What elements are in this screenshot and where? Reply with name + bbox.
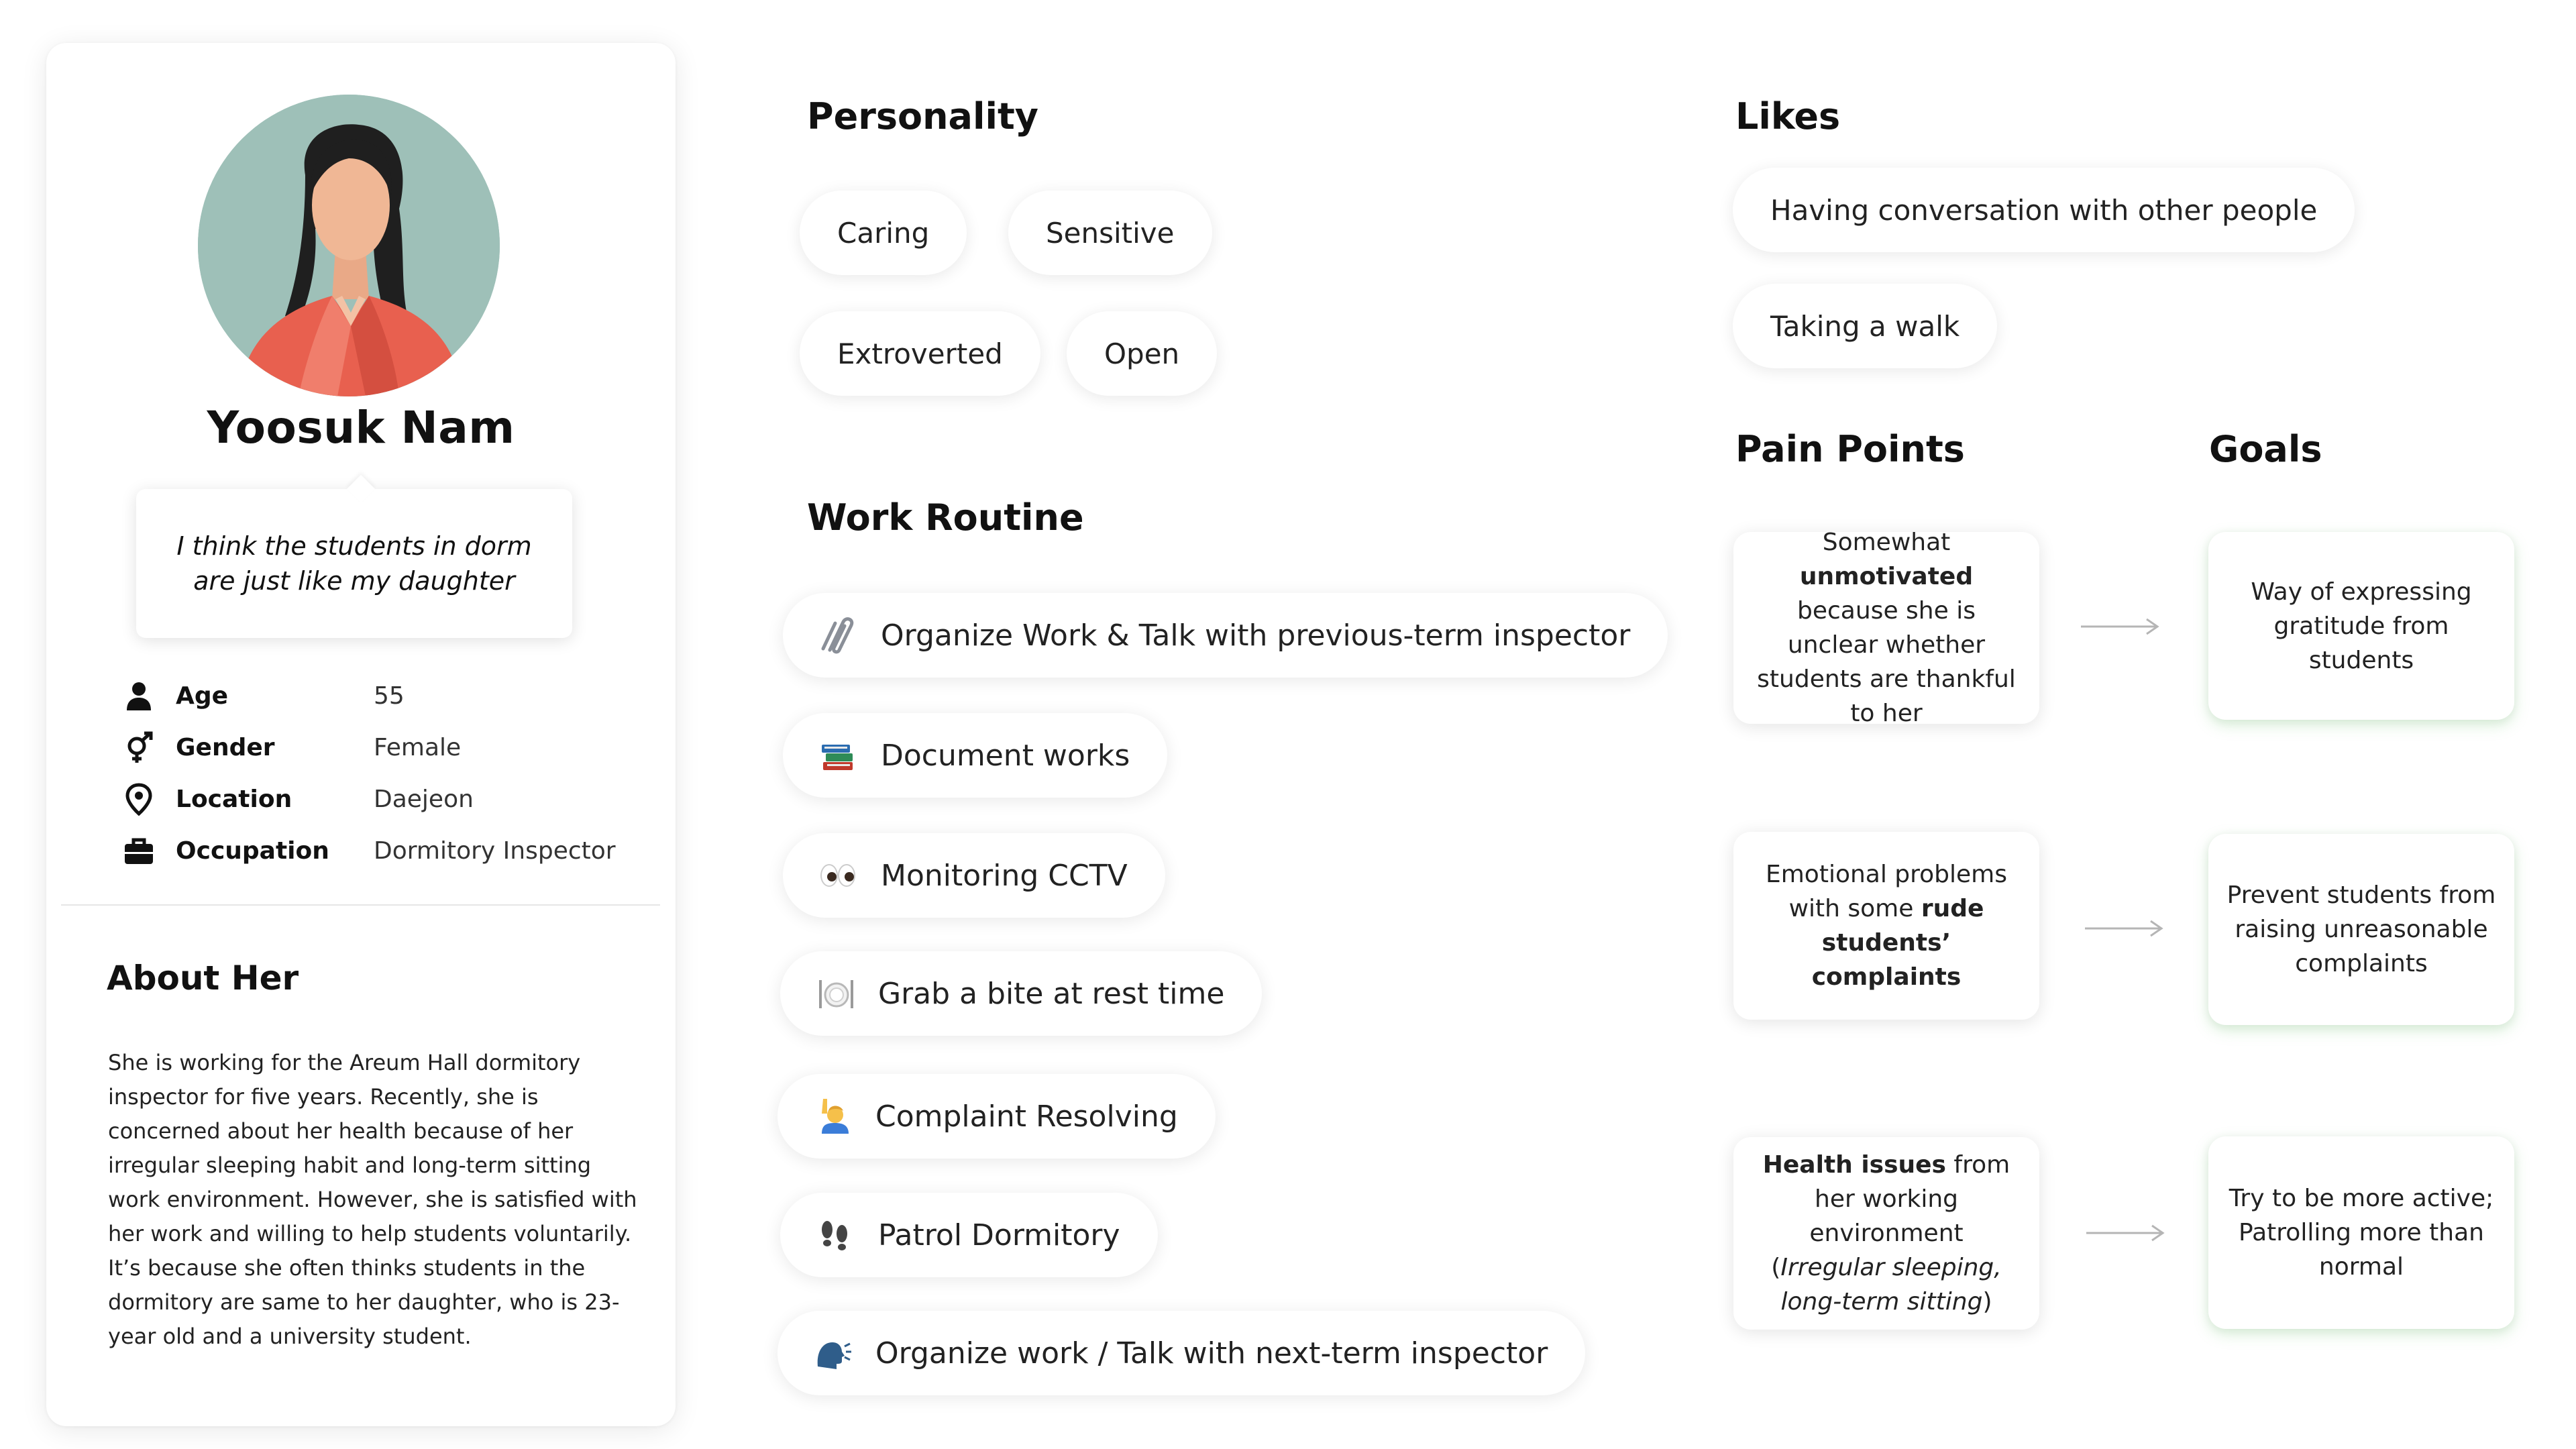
- goal-card: Way of expressing gratitude from student…: [2208, 532, 2514, 720]
- routine-item: Organize Work & Talk with previous-term …: [783, 593, 1668, 678]
- info-label: Age: [176, 682, 229, 710]
- info-value: Dormitory Inspector: [374, 837, 616, 865]
- routine-label: Document works: [881, 738, 1130, 773]
- routine-item: Document works: [783, 713, 1168, 798]
- trait-chip: Caring: [800, 191, 967, 275]
- info-label: Gender: [176, 734, 275, 761]
- persona-page: Yoosuk Nam I think the students in dorm …: [0, 0, 2576, 1449]
- about-text: She is working for the Areum Hall dormit…: [108, 1050, 637, 1349]
- arrow-icon: [2080, 616, 2160, 637]
- gender-icon: [120, 729, 157, 766]
- profile-card: Yoosuk Nam I think the students in dorm …: [46, 43, 676, 1426]
- goals-title: Goals: [2209, 428, 2322, 470]
- routine-label: Monitoring CCTV: [881, 858, 1128, 893]
- routine-label: Patrol Dormitory: [878, 1218, 1120, 1252]
- paperclip-icon: [818, 615, 858, 655]
- routine-item: Monitoring CCTV: [783, 833, 1165, 918]
- arrow-icon: [2084, 918, 2164, 938]
- info-row-gender: Gender Female: [120, 722, 657, 773]
- pain-point-text: Health issues from her working environme…: [1762, 1151, 2010, 1316]
- pain-point-card: Health issues from her working environme…: [1733, 1137, 2039, 1330]
- routine-label: Organize Work & Talk with previous-term …: [881, 618, 1631, 653]
- routine-item: Complaint Resolving: [777, 1074, 1216, 1159]
- pain-point-card: Emotional problems with some rude studen…: [1733, 832, 2039, 1020]
- pain-point-card: Somewhat unmotivated because she is uncl…: [1733, 529, 2039, 727]
- trait-chip: Open: [1067, 311, 1218, 396]
- card-divider: [61, 904, 660, 906]
- pain-point-text: Emotional problems with some rude studen…: [1765, 861, 2008, 991]
- work-routine-title: Work Routine: [807, 496, 1084, 539]
- footprints-icon: [815, 1215, 855, 1255]
- persona-quote: I think the students in dorm are just li…: [136, 489, 572, 638]
- like-chip: Taking a walk: [1733, 284, 1998, 368]
- info-label: Occupation: [176, 837, 329, 865]
- speaking-head-icon: [812, 1333, 853, 1373]
- info-row-location: Location Daejeon: [120, 773, 657, 825]
- persona-info-list: Age 55 Gender Female Location Daejeon Oc…: [120, 670, 657, 877]
- info-row-occupation: Occupation Dormitory Inspector: [120, 825, 657, 877]
- eyes-icon: [818, 855, 858, 896]
- info-value: Daejeon: [374, 786, 474, 813]
- personality-title: Personality: [807, 95, 1038, 138]
- like-chip: Having conversation with other people: [1733, 168, 2355, 252]
- pain-points-title: Pain Points: [1735, 428, 1965, 470]
- routine-label: Organize work / Talk with next-term insp…: [875, 1336, 1548, 1371]
- info-label: Location: [176, 786, 292, 813]
- plate-cutlery-icon: [815, 973, 855, 1014]
- avatar-illustration: [198, 95, 500, 396]
- location-pin-icon: [120, 781, 157, 818]
- person-icon: [120, 678, 157, 714]
- pain-point-text: Somewhat unmotivated because she is uncl…: [1757, 529, 2016, 727]
- routine-item: Organize work / Talk with next-term insp…: [777, 1311, 1586, 1395]
- avatar: [198, 95, 500, 396]
- routine-item: Grab a bite at rest time: [780, 951, 1263, 1036]
- arrow-icon: [2085, 1223, 2165, 1243]
- trait-chip: Extroverted: [800, 311, 1040, 396]
- about-title: About Her: [107, 959, 299, 998]
- likes-title: Likes: [1735, 95, 1841, 138]
- routine-label: Grab a bite at rest time: [878, 976, 1225, 1011]
- info-value: 55: [374, 682, 405, 710]
- raising-hand-icon: [812, 1096, 853, 1136]
- trait-chip: Sensitive: [1008, 191, 1212, 275]
- briefcase-icon: [120, 833, 157, 869]
- goal-card: Prevent students from raising unreasonab…: [2208, 834, 2514, 1025]
- routine-label: Complaint Resolving: [875, 1099, 1178, 1134]
- goal-card: Try to be more active; Patrolling more t…: [2208, 1136, 2514, 1329]
- routine-item: Patrol Dormitory: [780, 1193, 1158, 1277]
- books-icon: [818, 735, 858, 775]
- info-row-age: Age 55: [120, 670, 657, 722]
- info-value: Female: [374, 734, 462, 761]
- persona-name: Yoosuk Nam: [207, 402, 515, 453]
